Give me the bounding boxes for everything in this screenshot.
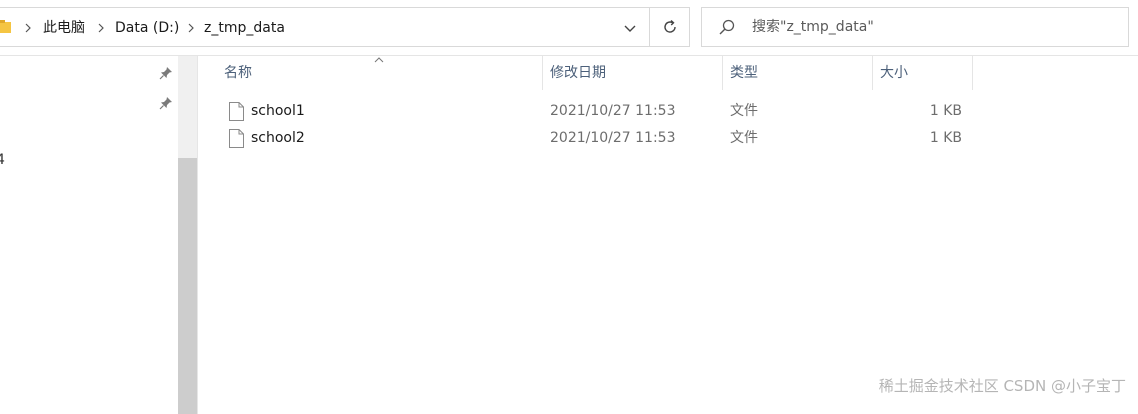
file-modified: 2021/10/27 11:53 [550,130,676,146]
chevron-right-icon[interactable] [25,23,31,33]
chevron-right-icon[interactable] [188,23,194,33]
file-row[interactable]: school2 2021/10/27 11:53 文件 1 KB [198,125,988,151]
pin-icon[interactable] [159,96,173,110]
refresh-icon [664,19,676,33]
navigation-bar: 此电脑 Data (D:) z_tmp_data 搜索"z_tmp_data" [0,0,1138,56]
file-list: 名称 修改日期 类型 大小 school1 2021/10/27 11:53 文… [198,56,1138,414]
address-bar[interactable]: 此电脑 Data (D:) z_tmp_data [0,7,690,47]
column-header-name[interactable]: 名称 [216,56,542,90]
file-type: 文件 [730,130,758,146]
scroll-thumb[interactable] [178,158,197,414]
file-row[interactable]: school1 2021/10/27 11:53 文件 1 KB [198,98,988,124]
file-type: 文件 [730,103,758,119]
nav-item-partial[interactable]: 4 [0,152,5,168]
search-icon [719,19,735,35]
pin-icon[interactable] [159,66,173,80]
search-input[interactable]: 搜索"z_tmp_data" [701,7,1129,47]
column-divider[interactable] [972,56,973,90]
column-header-type[interactable]: 类型 [722,56,872,90]
breadcrumb-z-tmp-data[interactable]: z_tmp_data [204,18,285,38]
file-icon [229,129,244,148]
folder-icon [0,20,11,33]
watermark: 稀土掘金技术社区 CSDN @小子宝丁 [878,377,1126,395]
chevron-down-icon[interactable] [618,16,642,40]
navigation-pane[interactable]: 4 [0,56,178,414]
breadcrumb-data-drive[interactable]: Data (D:) [115,18,179,38]
column-header-modified[interactable]: 修改日期 [542,56,722,90]
breadcrumb-this-pc[interactable]: 此电脑 [43,18,85,38]
file-modified: 2021/10/27 11:53 [550,103,676,119]
search-placeholder: 搜索"z_tmp_data" [752,19,874,35]
column-header-size[interactable]: 大小 [872,56,972,90]
chevron-right-icon[interactable] [98,23,104,33]
refresh-button[interactable] [649,8,689,46]
file-size: 1 KB [929,130,962,146]
file-icon [229,102,244,121]
file-size: 1 KB [929,103,962,119]
file-explorer-window: 此电脑 Data (D:) z_tmp_data 搜索"z_tmp_data" … [0,0,1138,414]
nav-scrollbar[interactable] [178,56,197,414]
file-name[interactable]: school2 [251,128,305,148]
file-name[interactable]: school1 [251,101,305,121]
